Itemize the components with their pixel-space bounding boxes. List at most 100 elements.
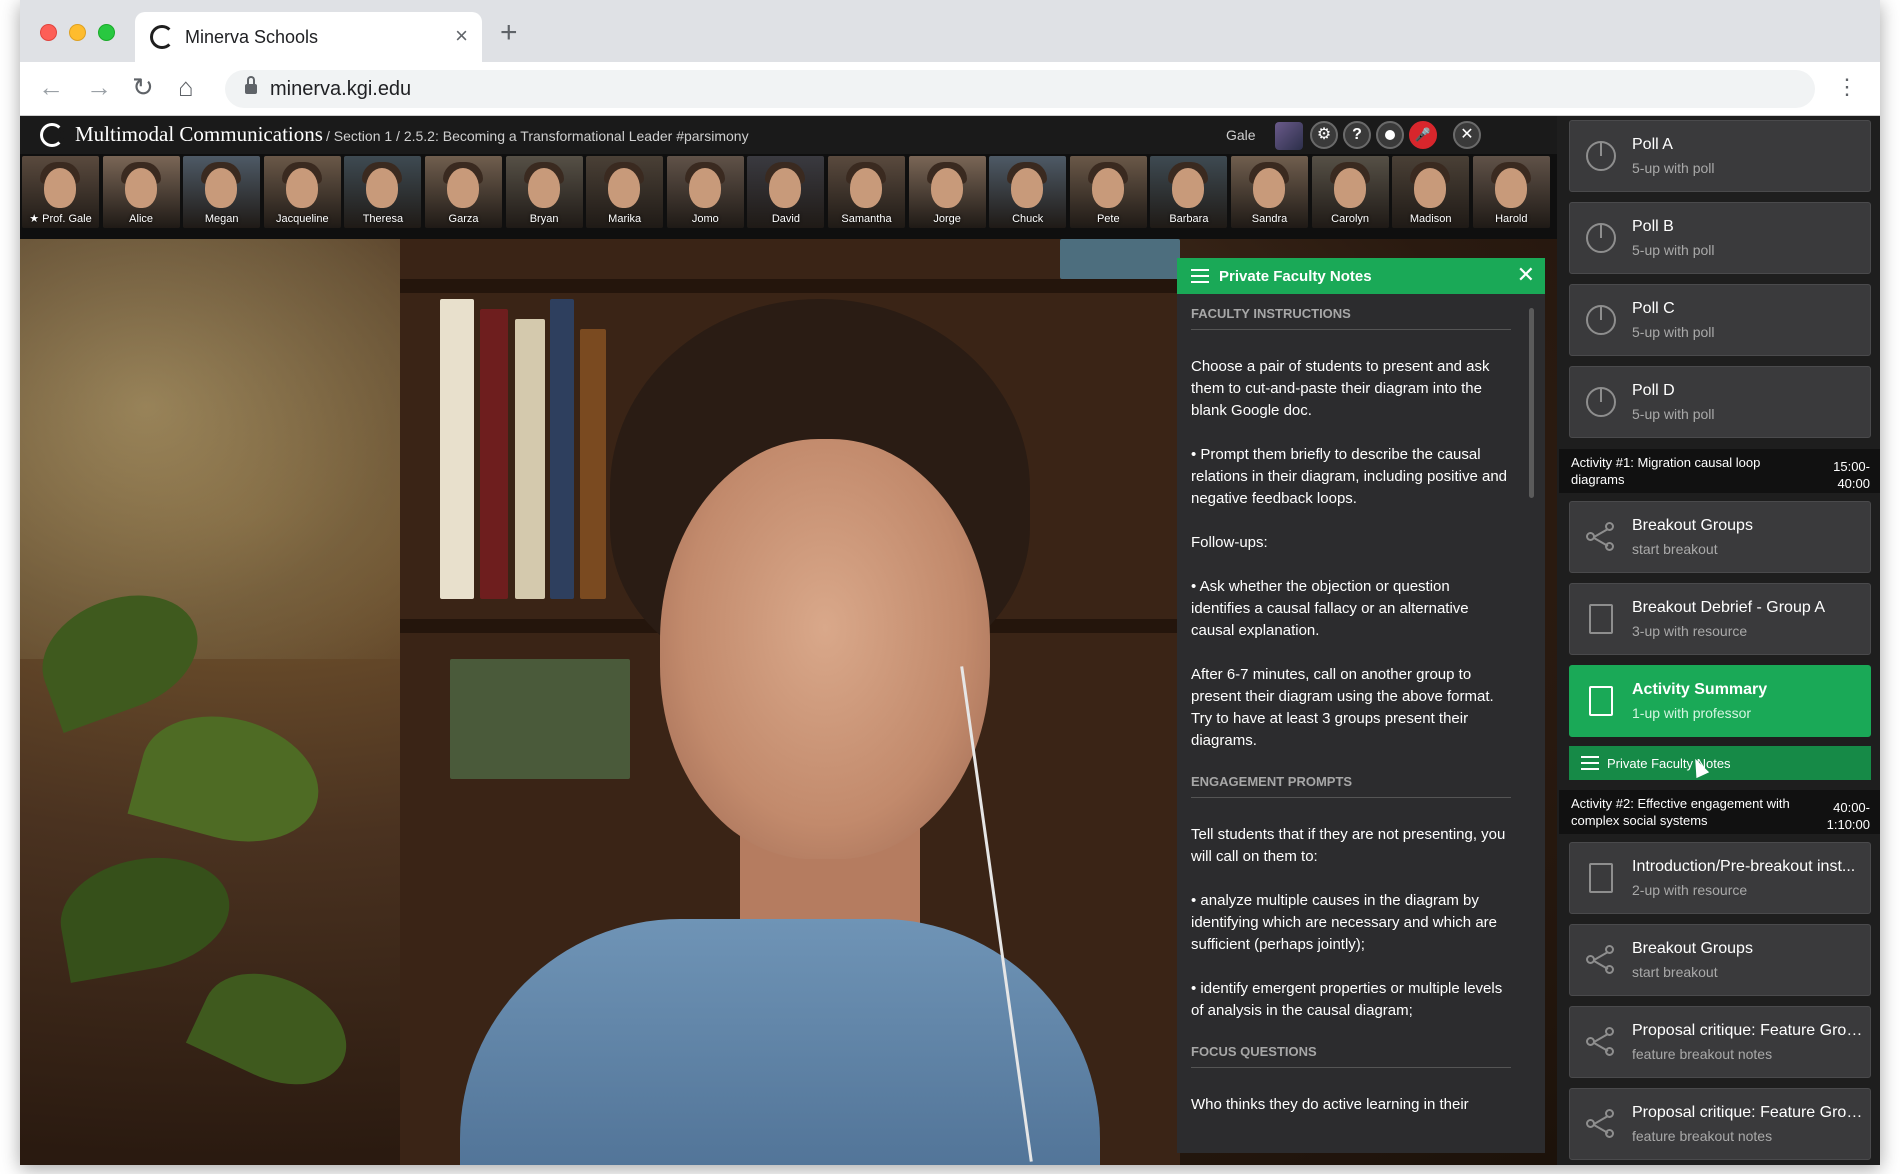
- agenda-card[interactable]: Poll A 5-up with poll: [1569, 120, 1871, 192]
- participant-face: [205, 168, 238, 208]
- agenda-card[interactable]: Poll C 5-up with poll: [1569, 284, 1871, 356]
- gear-icon: ⚙: [1316, 126, 1332, 143]
- participant-name: Jomo: [691, 213, 719, 225]
- participant-thumbnail[interactable]: ★ Prof. Gale: [22, 156, 99, 228]
- share-icon: [1586, 522, 1616, 552]
- record-icon: [1385, 130, 1395, 140]
- participant-name: Barbara: [1169, 213, 1209, 225]
- agenda-card[interactable]: Proposal critique: Feature Grou... featur…: [1569, 1088, 1871, 1160]
- notes-close-icon[interactable]: ✕: [1517, 263, 1535, 287]
- browser-tab[interactable]: Minerva Schools ×: [135, 12, 482, 62]
- class-header: Multimodal Communications / Section 1 / …: [20, 116, 1557, 154]
- participant-face: [1011, 168, 1044, 208]
- notes-body: FACULTY INSTRUCTIONS Choose a pair of st…: [1191, 306, 1511, 1138]
- agenda-card[interactable]: Poll D 5-up with poll: [1569, 366, 1871, 438]
- participant-thumbnail[interactable]: Megan: [183, 156, 261, 228]
- participant-thumbnail[interactable]: Sandra: [1231, 156, 1308, 228]
- agenda-card-subtitle: 3-up with resource: [1632, 623, 1748, 639]
- participant-strip: ★ Prof. Gale Alice Megan Jacqueline Theresa G…: [20, 154, 1557, 239]
- participant-name: Sandra: [1251, 213, 1288, 225]
- browser-menu-button[interactable]: ⋮: [1836, 72, 1858, 102]
- breadcrumb: / Section 1 / 2.5.2: Becoming a Transfor…: [326, 128, 749, 144]
- settings-button[interactable]: ⚙: [1310, 121, 1338, 149]
- participant-thumbnail[interactable]: Jomo: [666, 156, 744, 228]
- participant-thumbnail[interactable]: Marika: [586, 156, 664, 228]
- help-button[interactable]: ?: [1343, 121, 1371, 149]
- participant-thumbnail[interactable]: Harold: [1472, 156, 1550, 228]
- participant-name: Pete: [1096, 213, 1120, 225]
- private-notes-bar[interactable]: Private Faculty Notes: [1569, 746, 1871, 780]
- help-icon: ?: [1352, 126, 1362, 143]
- participant-thumbnail[interactable]: Garza: [425, 156, 502, 228]
- participant-thumbnail[interactable]: Alice: [102, 156, 180, 228]
- notes-scrollbar[interactable]: [1529, 308, 1534, 498]
- participant-thumbnail[interactable]: Barbara: [1150, 156, 1228, 228]
- plant-leaf: [127, 697, 333, 861]
- share-icon: [1586, 945, 1616, 975]
- agenda-card[interactable]: Breakout Debrief - Group A 3-up with reso…: [1569, 583, 1871, 655]
- maximize-window-button[interactable]: [98, 24, 115, 41]
- activity-header: Activity #1: Migration causal loop diagr…: [1559, 449, 1880, 493]
- participant-thumbnail[interactable]: David: [747, 156, 825, 228]
- agenda-card[interactable]: Poll B 5-up with poll: [1569, 202, 1871, 274]
- participant-thumbnail[interactable]: Carolyn: [1311, 156, 1389, 228]
- participant-name: Chuck: [1012, 213, 1044, 225]
- section-heading: FACULTY INSTRUCTIONS: [1191, 306, 1511, 330]
- home-button[interactable]: ⌂: [178, 72, 194, 102]
- agenda-card[interactable]: Breakout Groups start breakout: [1569, 924, 1871, 996]
- book: [550, 299, 574, 599]
- participant-name: Samantha: [841, 213, 892, 225]
- minerva-logo-icon: [40, 123, 64, 147]
- participant-thumbnail[interactable]: Pete: [1069, 156, 1147, 228]
- notes-paragraph: • identify emergent properties or multip…: [1191, 980, 1503, 1019]
- close-window-button[interactable]: [40, 24, 57, 41]
- participant-face: [1253, 168, 1285, 208]
- mute-button[interactable]: 🎤: [1409, 121, 1437, 149]
- activity-time: 40:00- 1:10:00: [1826, 800, 1870, 832]
- record-button[interactable]: [1376, 121, 1404, 149]
- book: [515, 319, 545, 599]
- list-icon: [1581, 756, 1599, 770]
- speaker-face: [660, 439, 990, 859]
- reload-button[interactable]: ↻: [132, 72, 154, 102]
- participant-thumbnail[interactable]: Samantha: [828, 156, 905, 228]
- participant-face: [769, 168, 802, 208]
- private-faculty-notes-panel: Private Faculty Notes ✕ FACULTY INSTRUCT…: [1177, 258, 1545, 1153]
- tab-close-icon[interactable]: ×: [455, 24, 468, 48]
- book: [1060, 239, 1180, 279]
- agenda-card-subtitle: 5-up with poll: [1632, 324, 1715, 340]
- leave-class-button[interactable]: ✕: [1453, 121, 1481, 149]
- back-button[interactable]: ←: [38, 72, 64, 102]
- address-bar[interactable]: minerva.kgi.edu: [225, 70, 1815, 108]
- agenda-card[interactable]: Breakout Groups start breakout: [1569, 501, 1871, 573]
- participant-thumbnail[interactable]: Bryan: [505, 156, 583, 228]
- participant-thumbnail[interactable]: Theresa: [344, 156, 422, 228]
- participant-thumbnail[interactable]: Jorge: [908, 156, 986, 228]
- notes-paragraph: Choose a pair of students to present and…: [1191, 358, 1490, 419]
- share-icon: [1586, 1109, 1616, 1139]
- notes-paragraph: Who thinks they do active learning in th…: [1191, 1096, 1469, 1113]
- agenda-card-subtitle: 2-up with resource: [1632, 882, 1748, 898]
- book: [440, 299, 474, 599]
- browser-toolbar: ← → ↻ ⌂ minerva.kgi.edu ⋮: [20, 62, 1880, 116]
- minimize-window-button[interactable]: [69, 24, 86, 41]
- forward-button[interactable]: →: [86, 72, 112, 102]
- book: [580, 329, 606, 599]
- url-text[interactable]: minerva.kgi.edu: [270, 78, 411, 101]
- participant-thumbnail[interactable]: Chuck: [989, 156, 1067, 228]
- agenda-card-title: Poll D: [1632, 382, 1675, 399]
- section-heading: FOCUS QUESTIONS: [1191, 1044, 1511, 1068]
- book: [480, 309, 508, 599]
- participant-name: David: [771, 213, 800, 225]
- participant-face: [608, 168, 641, 208]
- participant-thumbnail[interactable]: Madison: [1392, 156, 1470, 228]
- agenda-card[interactable]: Introduction/Pre-breakout inst... 2-up wi…: [1569, 842, 1871, 914]
- shelf-board: [400, 279, 1180, 293]
- agenda-card-subtitle: feature breakout notes: [1632, 1046, 1773, 1062]
- host-avatar[interactable]: [1275, 122, 1303, 150]
- pie-chart-icon: [1586, 387, 1616, 417]
- new-tab-button[interactable]: +: [500, 18, 518, 48]
- agenda-card[interactable]: Proposal critique: Feature Grou... featur…: [1569, 1006, 1871, 1078]
- agenda-card[interactable]: Activity Summary 1-up with professor: [1569, 665, 1871, 737]
- participant-thumbnail[interactable]: Jacqueline: [263, 156, 341, 228]
